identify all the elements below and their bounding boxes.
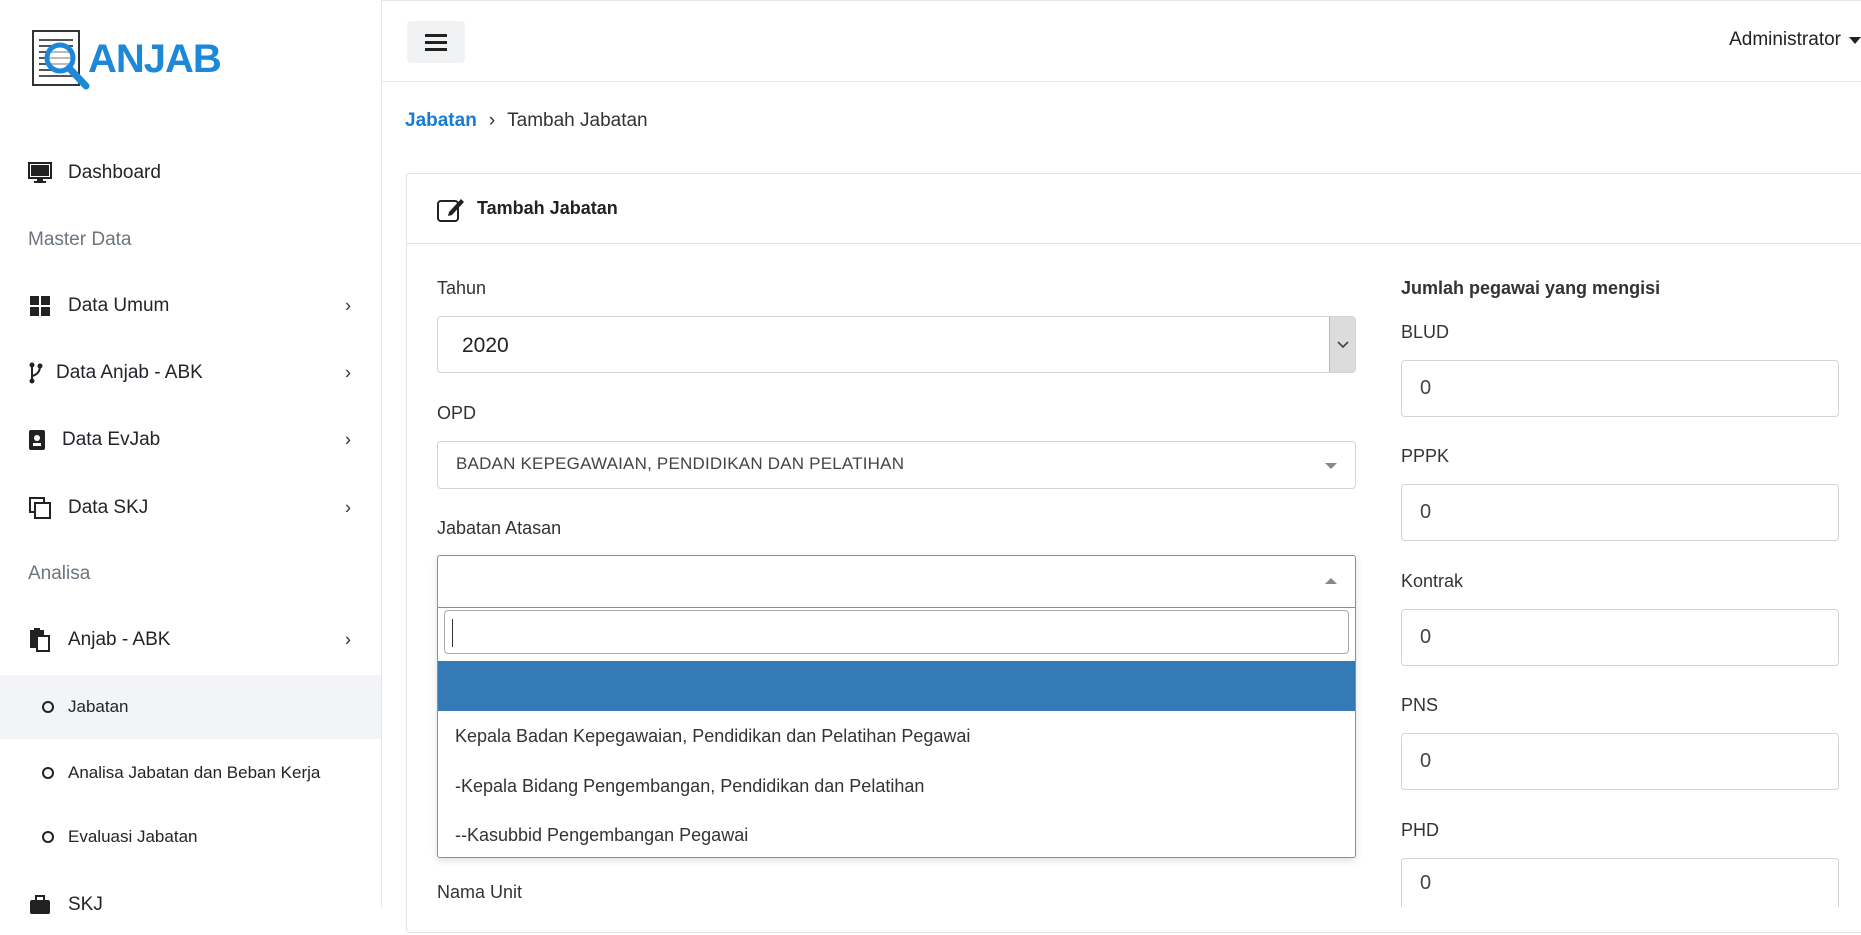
app-logo[interactable]: ANJAB [30, 28, 222, 90]
sidebar-subitem-analisa[interactable]: Analisa Jabatan dan Beban Kerja [0, 741, 381, 805]
sidebar-subitem-evaluasi[interactable]: Evaluasi Jabatan [0, 805, 381, 869]
kontrak-label: Kontrak [1401, 571, 1464, 591]
dropdown-option[interactable]: -Kepala Bidang Pengembangan, Pendidikan … [438, 761, 1355, 811]
tahun-value: 2020 [462, 334, 509, 357]
sidebar-item-label: SKJ [68, 894, 103, 915]
edit-icon [437, 198, 464, 222]
dropdown-option[interactable]: Kepala Badan Kepegawaian, Pendidikan dan… [438, 711, 1355, 761]
kontrak-input[interactable]: 0 [1401, 609, 1839, 666]
sidebar-item-dashboard[interactable]: Dashboard [0, 143, 381, 203]
sidebar-item-data-evjab[interactable]: Data EvJab › [0, 410, 381, 470]
breadcrumb: Jabatan › Tambah Jabatan [405, 110, 648, 132]
sidebar-section-master: Master Data [28, 229, 132, 250]
blud-label: BLUD [1401, 322, 1450, 342]
dropdown-search-input[interactable] [444, 610, 1349, 654]
copy-icon [28, 496, 52, 520]
sidebar-item-skj[interactable]: SKJ [0, 875, 381, 935]
hamburger-icon [425, 34, 447, 51]
sidebar-item-label: Analisa Jabatan dan Beban Kerja [68, 763, 321, 782]
chevron-right-icon: › [345, 295, 351, 316]
phd-input[interactable]: 0 [1401, 858, 1839, 907]
pns-label: PNS [1401, 695, 1439, 715]
sidebar-subitem-jabatan[interactable]: Jabatan [0, 675, 381, 739]
sidebar-item-label: Data Anjab - ABK [56, 362, 203, 383]
caret-down-icon [1849, 36, 1861, 44]
sidebar-item-label: Anjab - ABK [68, 629, 171, 650]
circle-icon [42, 831, 54, 843]
blud-input[interactable]: 0 [1401, 360, 1839, 417]
caret-down-icon [1325, 463, 1337, 469]
sidebar: ANJAB Dashboard Master Data Data Umum › … [0, 0, 382, 915]
chevron-right-icon: › [345, 497, 351, 518]
menu-toggle-button[interactable] [407, 21, 465, 63]
sidebar-item-anjab-abk[interactable]: Anjab - ABK › [0, 610, 381, 670]
pppk-label: PPPK [1401, 446, 1450, 466]
chevron-right-icon: › [345, 629, 351, 650]
chevron-down-icon [1336, 340, 1349, 348]
opd-label: OPD [437, 403, 477, 423]
nama-unit-label: Nama Unit [437, 882, 523, 902]
briefcase-icon [28, 893, 52, 917]
caret-up-icon [1325, 578, 1337, 584]
phd-label: PHD [1401, 820, 1440, 840]
sidebar-item-label: Data EvJab [62, 429, 161, 450]
sidebar-section-analisa: Analisa [28, 563, 91, 584]
sidebar-item-label: Dashboard [68, 162, 161, 183]
paste-icon [28, 628, 52, 652]
card-header: Tambah Jabatan [407, 174, 1861, 244]
text-cursor [452, 619, 453, 647]
sidebar-item-label: Data SKJ [68, 497, 149, 518]
branch-icon [28, 361, 44, 385]
user-menu[interactable]: Administrator [1729, 29, 1861, 51]
chevron-right-icon: › [345, 429, 351, 450]
user-name: Administrator [1729, 29, 1841, 50]
jumlah-pegawai-heading: Jumlah pegawai yang mengisi [1401, 278, 1661, 298]
breadcrumb-separator: › [488, 110, 496, 131]
sidebar-item-label: Data Umum [68, 295, 170, 316]
circle-icon [42, 767, 54, 779]
topbar: Administrator [382, 0, 1861, 82]
windows-icon [28, 294, 52, 318]
dropdown-option[interactable]: --Kasubbid Pengembangan Pegawai [438, 810, 1355, 860]
tahun-label: Tahun [437, 278, 487, 298]
breadcrumb-current: Tambah Jabatan [507, 110, 648, 131]
pppk-input[interactable]: 0 [1401, 484, 1839, 541]
sidebar-item-data-umum[interactable]: Data Umum › [0, 276, 381, 336]
breadcrumb-link-jabatan[interactable]: Jabatan [405, 110, 477, 132]
sidebar-item-data-skj[interactable]: Data SKJ › [0, 478, 381, 538]
dropdown-option-empty[interactable] [438, 661, 1355, 711]
jabatan-atasan-select[interactable]: Kepala Badan Kepegawaian, Pendidikan dan… [437, 555, 1356, 858]
jabatan-atasan-label: Jabatan Atasan [437, 518, 562, 538]
logo-text: ANJAB [88, 36, 222, 81]
pns-input[interactable]: 0 [1401, 733, 1839, 790]
tahun-dropdown-button[interactable] [1329, 317, 1355, 372]
sidebar-item-label: Jabatan [68, 697, 129, 716]
jabatan-atasan-selection[interactable] [438, 556, 1355, 608]
circle-icon [42, 701, 54, 713]
opd-select[interactable]: BADAN KEPEGAWAIAN, PENDIDIKAN DAN PELATI… [437, 441, 1356, 489]
opd-value: BADAN KEPEGAWAIAN, PENDIDIKAN DAN PELATI… [456, 454, 905, 473]
chevron-right-icon: › [345, 362, 351, 383]
sidebar-item-label: Evaluasi Jabatan [68, 827, 198, 846]
id-badge-icon [28, 428, 46, 452]
logo-magnifier-icon [32, 30, 90, 90]
monitor-icon [28, 161, 52, 185]
card-title: Tambah Jabatan [477, 198, 618, 218]
sidebar-item-data-anjab-abk[interactable]: Data Anjab - ABK › [0, 343, 381, 403]
tahun-select[interactable]: 2020 [437, 316, 1356, 373]
